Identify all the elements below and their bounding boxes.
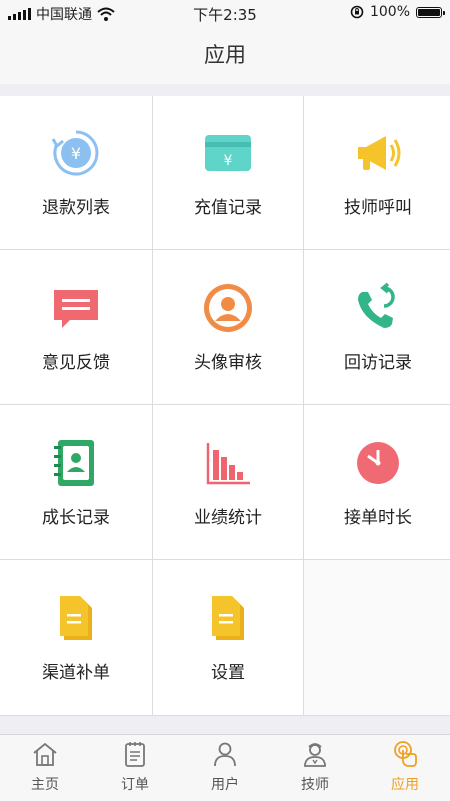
app-label: 业绩统计	[194, 507, 262, 528]
app-label: 回访记录	[344, 352, 412, 373]
app-label: 渠道补单	[42, 663, 110, 683]
tab-label: 用户	[211, 777, 239, 793]
apps-touch-icon	[394, 741, 417, 767]
app-label: 意见反馈	[42, 352, 110, 373]
refund-icon: ¥	[50, 127, 102, 179]
app-settings[interactable]: 设置	[153, 560, 303, 715]
app-avatar-review[interactable]: 头像审核	[153, 250, 303, 404]
growth-book-icon	[50, 437, 102, 489]
clock-icon	[352, 437, 404, 489]
navigation-bar: 应用	[0, 26, 450, 84]
app-order-duration[interactable]: 接单时长	[304, 405, 450, 559]
tab-label: 主页	[31, 777, 59, 793]
feedback-icon	[50, 282, 102, 334]
document-icon	[50, 592, 102, 644]
home-icon	[33, 742, 57, 766]
page-title: 应用	[204, 43, 246, 67]
tab-apps[interactable]: 应用	[360, 735, 450, 801]
bar-chart-icon	[202, 437, 254, 489]
megaphone-icon	[352, 127, 404, 179]
order-list-icon	[125, 742, 145, 767]
tab-users[interactable]: 用户	[180, 735, 270, 801]
app-technician-call[interactable]: 技师呼叫	[304, 96, 450, 249]
app-recharge-records[interactable]: ¥ 充值记录	[153, 96, 303, 249]
app-refund-list[interactable]: ¥ 退款列表	[0, 96, 152, 249]
rotation-lock-icon	[350, 5, 364, 19]
app-grid: ¥ 退款列表 ¥ 充值记录 技师呼叫 意见反馈 头像审核 回访记录 成长记录 业…	[0, 96, 450, 716]
document-icon	[202, 592, 254, 644]
app-label: 技师呼叫	[344, 198, 412, 218]
tab-label: 订单	[121, 777, 149, 793]
app-channel-supplement[interactable]: 渠道补单	[0, 560, 152, 715]
app-label: 成长记录	[42, 507, 110, 528]
recharge-icon: ¥	[202, 127, 254, 179]
tab-home[interactable]: 主页	[0, 735, 90, 801]
svg-text:¥: ¥	[224, 153, 233, 169]
svg-text:¥: ¥	[71, 144, 81, 163]
app-label: 设置	[211, 663, 245, 683]
tab-technicians[interactable]: 技师	[270, 735, 360, 801]
battery-percent: 100%	[369, 4, 410, 20]
app-label: 接单时长	[344, 507, 412, 528]
app-label: 充值记录	[194, 198, 262, 218]
app-label: 头像审核	[194, 352, 262, 373]
app-label: 退款列表	[42, 198, 110, 218]
app-performance-stats[interactable]: 业绩统计	[153, 405, 303, 559]
callback-phone-icon	[352, 282, 404, 334]
tab-orders[interactable]: 订单	[90, 735, 180, 801]
app-callback-records[interactable]: 回访记录	[304, 250, 450, 404]
status-right: 100%	[350, 4, 445, 20]
tab-label: 技师	[301, 777, 329, 793]
empty-cell	[304, 560, 450, 715]
avatar-review-icon	[202, 282, 254, 334]
status-bar: 中国联通 下午2:35 100%	[0, 0, 450, 26]
user-icon	[214, 742, 236, 767]
app-feedback[interactable]: 意见反馈	[0, 250, 152, 404]
section-divider	[0, 716, 450, 734]
section-divider	[0, 84, 450, 96]
battery-icon	[416, 6, 445, 18]
app-growth-records[interactable]: 成长记录	[0, 405, 152, 559]
technician-icon	[304, 743, 326, 767]
tab-label: 应用	[391, 777, 419, 793]
tab-bar: 主页 订单 用户 技师 应用	[0, 734, 450, 801]
